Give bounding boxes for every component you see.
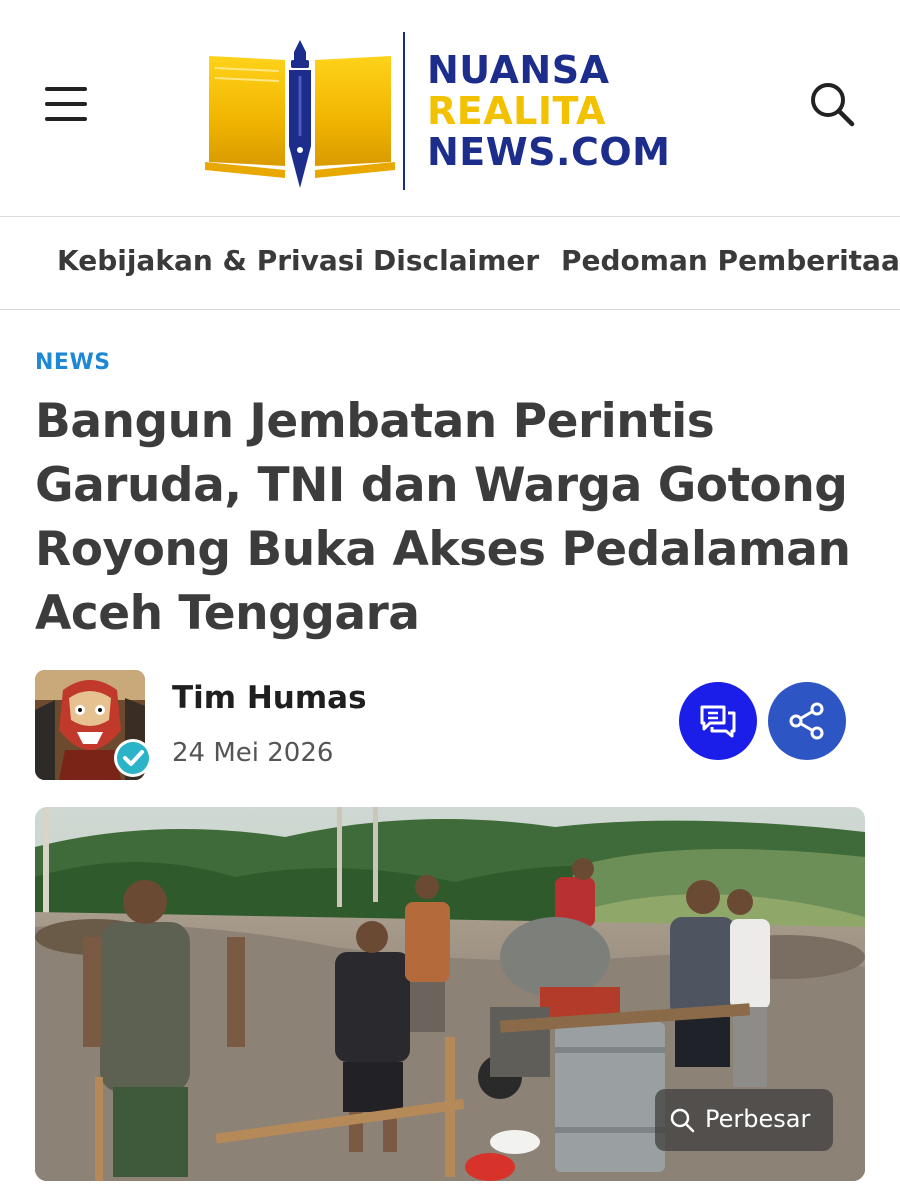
zoom-icon — [670, 1108, 695, 1133]
verified-badge-icon — [114, 739, 152, 777]
enlarge-label: Perbesar — [705, 1105, 811, 1133]
site-header: NUANSA REALITA NEWS.COM — [0, 0, 900, 217]
author-row: Tim Humas 24 Mei 2026 — [35, 670, 865, 782]
hamburger-line — [45, 102, 87, 106]
logo-line-1: NUANSA — [427, 48, 610, 92]
post-date: 24 Mei 2026 — [172, 738, 334, 768]
secondary-nav: Kebijakan & Privasi Disclaimer Pedoman P… — [0, 218, 900, 310]
enlarge-button[interactable]: Perbesar — [655, 1089, 833, 1151]
author-name[interactable]: Tim Humas — [172, 680, 367, 716]
logo-line-3: NEWS.COM — [427, 130, 671, 174]
article-category[interactable]: NEWS — [35, 350, 111, 375]
nav-item-pedoman-pemberitaan[interactable]: Pedoman Pemberitaan — [561, 244, 900, 277]
article-title: Bangun Jembatan Perintis Garuda, TNI dan… — [35, 394, 851, 641]
nav-item-disclaimer[interactable]: Disclaimer — [373, 244, 539, 277]
share-icon — [789, 702, 824, 740]
search-icon[interactable] — [804, 76, 860, 132]
logo-divider — [403, 32, 405, 190]
comment-button[interactable] — [679, 682, 757, 760]
hamburger-menu-icon[interactable] — [40, 82, 92, 128]
logo-line-2: REALITA — [427, 89, 606, 133]
hamburger-line — [45, 117, 87, 121]
article-hero-image[interactable]: Perbesar — [35, 807, 865, 1181]
nav-item-kebijakan-privasi[interactable]: Kebijakan & Privasi — [57, 244, 364, 277]
hamburger-line — [45, 87, 87, 91]
logo-wordmark: NUANSA REALITA NEWS.COM — [427, 50, 671, 173]
site-logo[interactable]: NUANSA REALITA NEWS.COM — [205, 28, 705, 196]
share-button[interactable] — [768, 682, 846, 760]
comment-icon — [700, 705, 736, 738]
book-pen-logo-icon — [205, 40, 395, 188]
